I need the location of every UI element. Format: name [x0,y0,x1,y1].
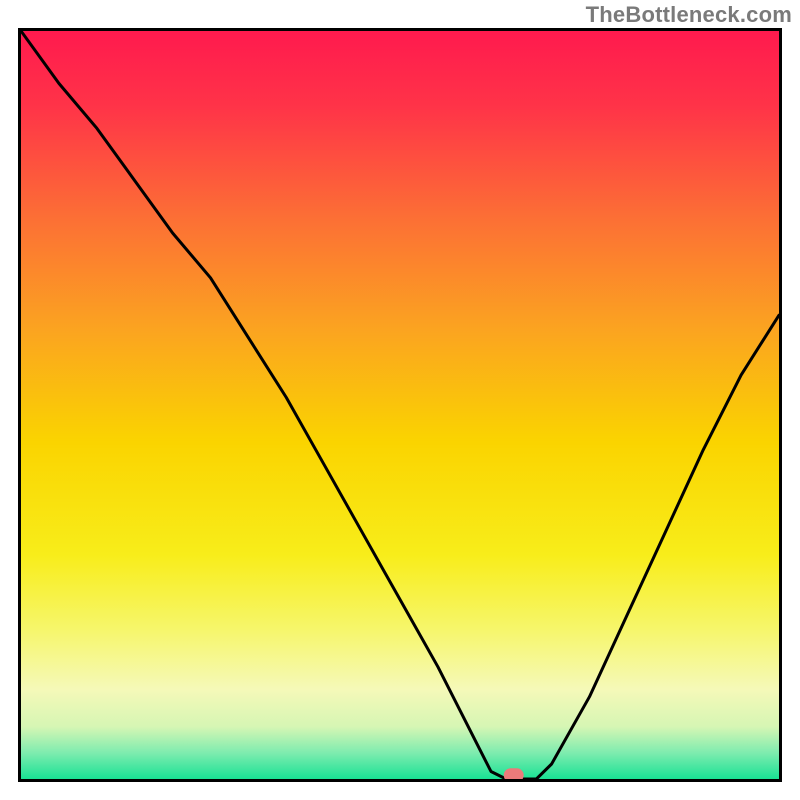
watermark-text: TheBottleneck.com [586,2,792,28]
optimal-marker [21,31,779,779]
chart-frame [18,28,782,782]
